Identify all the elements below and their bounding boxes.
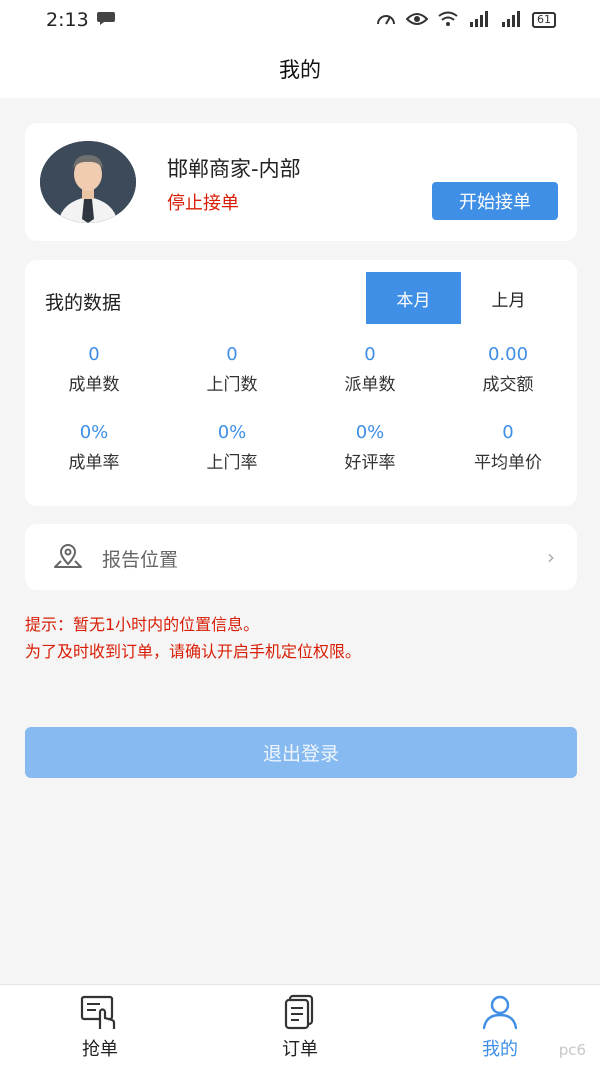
status-time: 2:13 (46, 9, 89, 31)
location-pin-icon (52, 543, 84, 571)
nav-label: 订单 (282, 1039, 318, 1060)
stat-positive-rate: 0% 好评率 (301, 422, 439, 473)
nav-grab-order[interactable]: 抢单 (40, 985, 160, 1067)
stat-value: 0% (79, 422, 109, 443)
stat-visit-rate: 0% 上门率 (163, 422, 301, 473)
report-location-label: 报告位置 (102, 549, 179, 571)
stat-turnover: 0.00 成交额 (439, 344, 577, 395)
profile-icon (480, 994, 520, 1030)
page-title: 我的 (279, 58, 321, 82)
tip-line-2: 为了及时收到订单，请确认开启手机定位权限。 (25, 642, 362, 661)
battery-indicator: 61 (532, 12, 556, 28)
nav-profile[interactable]: 我的 (440, 985, 560, 1067)
page-header: 我的 (0, 40, 600, 98)
logout-button[interactable]: 退出登录 (25, 727, 577, 778)
stat-label: 上门率 (206, 453, 258, 473)
stat-label: 派单数 (344, 375, 396, 395)
stat-visits: 0 上门数 (163, 344, 301, 395)
signal-icon-2 (500, 10, 522, 30)
merchant-name: 邯郸商家-内部 (167, 157, 301, 181)
stat-label: 成交额 (482, 375, 534, 395)
message-icon (96, 9, 115, 31)
report-location-row[interactable]: 报告位置 › (25, 524, 577, 590)
stat-completion-rate: 0% 成单率 (25, 422, 163, 473)
stat-value: 0% (217, 422, 247, 443)
stat-label: 上门数 (206, 375, 258, 395)
stat-value: 0 (226, 344, 238, 365)
tip-line-1: 提示：暂无1小时内的位置信息。 (25, 615, 260, 634)
stat-label: 好评率 (344, 453, 396, 473)
nav-label: 抢单 (82, 1039, 118, 1060)
tab-last-month[interactable]: 上月 (461, 272, 556, 324)
tab-this-month[interactable]: 本月 (366, 272, 461, 324)
grab-order-icon (80, 994, 120, 1030)
start-accepting-button[interactable]: 开始接单 (432, 182, 558, 220)
profile-card: 邯郸商家-内部 停止接单 开始接单 (25, 123, 577, 241)
stat-value: 0 (88, 344, 100, 365)
data-card-title: 我的数据 (45, 292, 122, 314)
watermark: pc6 (558, 1041, 586, 1059)
stat-value: 0 (364, 344, 376, 365)
stat-label: 平均单价 (474, 453, 542, 473)
eye-icon (405, 12, 429, 29)
stat-value: 0 (502, 422, 514, 443)
nav-orders[interactable]: 订单 (240, 985, 360, 1067)
bottom-nav: 抢单 订单 我的 (0, 984, 600, 1067)
stat-dispatched: 0 派单数 (301, 344, 439, 395)
stat-value: 0.00 (487, 344, 529, 365)
page: 2:13 61 我的 邯郸商家-内部 停止接单 开始接单 我的数据 本月 上月 … (0, 0, 600, 1067)
avatar (40, 141, 136, 223)
chevron-right-icon: › (547, 545, 555, 569)
wifi-icon (438, 11, 458, 30)
signal-icon (468, 10, 490, 30)
stat-average-price: 0 平均单价 (439, 422, 577, 473)
my-data-card: 我的数据 本月 上月 0 成单数 0 上门数 0 派单数 0.00 成交额 0%… (25, 260, 577, 506)
status-bar: 2:13 61 (0, 0, 600, 40)
order-accept-status: 停止接单 (167, 193, 239, 214)
order-icon (280, 994, 320, 1030)
stat-orders-completed: 0 成单数 (25, 344, 163, 395)
nav-label: 我的 (482, 1039, 518, 1060)
speed-icon (376, 11, 396, 30)
stat-label: 成单数 (68, 375, 120, 395)
stat-label: 成单率 (68, 453, 120, 473)
stat-value: 0% (355, 422, 385, 443)
